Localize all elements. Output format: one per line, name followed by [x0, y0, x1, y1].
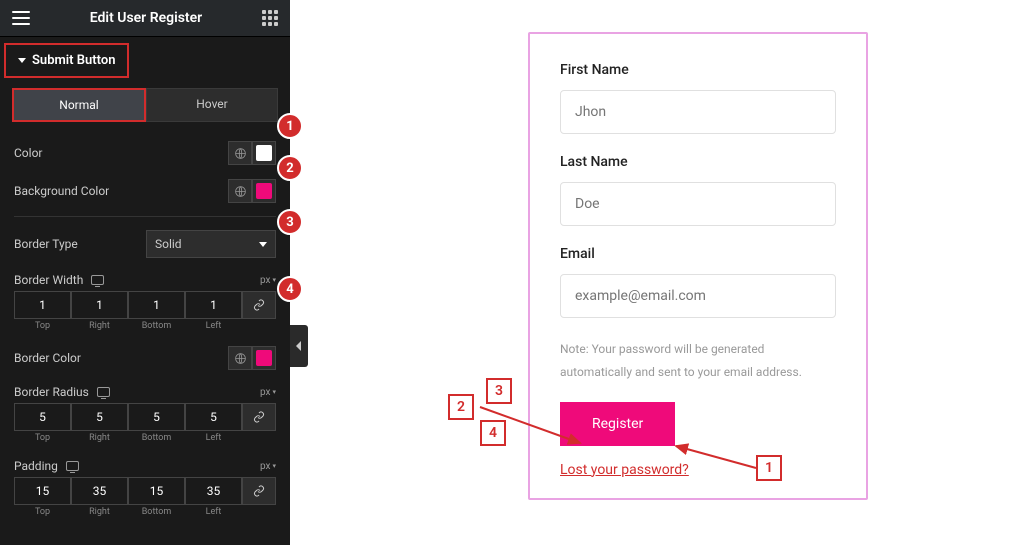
first-name-input[interactable]: [560, 90, 836, 134]
control-border-color: Border Color: [0, 339, 290, 377]
bg-color-label: Background Color: [14, 184, 228, 198]
annotation-badge: 3: [277, 209, 303, 235]
br-bottom[interactable]: [129, 404, 184, 430]
bw-top[interactable]: [15, 292, 70, 318]
section-submit-button[interactable]: Submit Button: [4, 43, 129, 78]
globe-icon[interactable]: [228, 141, 252, 165]
last-name-label: Last Name: [560, 154, 836, 170]
state-tabs: Normal Hover: [0, 88, 290, 134]
border-type-label: Border Type: [14, 237, 146, 251]
annotation-badge: 4: [277, 276, 303, 302]
border-radius-unit[interactable]: px ▾: [260, 387, 276, 398]
password-note: Note: Your password will be generated au…: [560, 338, 836, 384]
bg-color-swatch[interactable]: [252, 179, 276, 203]
responsive-icon[interactable]: [97, 387, 110, 397]
section-title: Submit Button: [32, 53, 115, 68]
first-name-label: First Name: [560, 62, 836, 78]
pad-bottom[interactable]: [129, 478, 184, 504]
arrow-icon: [470, 395, 600, 455]
border-width-label: Border Width: [14, 273, 83, 287]
responsive-icon[interactable]: [66, 461, 79, 471]
annotation-badge: 1: [277, 113, 303, 139]
editor-panel: Edit User Register Submit Button Normal …: [0, 0, 290, 545]
br-top[interactable]: [15, 404, 70, 430]
border-width-unit[interactable]: px ▾: [260, 275, 276, 286]
border-width-inputs: [0, 291, 290, 319]
responsive-icon[interactable]: [91, 275, 104, 285]
pad-left[interactable]: [186, 478, 241, 504]
border-width-header: Border Width px ▾: [0, 265, 290, 291]
globe-icon[interactable]: [228, 346, 252, 370]
br-right[interactable]: [72, 404, 127, 430]
pad-right[interactable]: [72, 478, 127, 504]
padding-header: Padding px ▾: [0, 451, 290, 477]
padding-label: Padding: [14, 459, 58, 473]
border-radius-inputs: [0, 403, 290, 431]
control-border-type: Border Type Solid: [0, 223, 290, 265]
menu-icon[interactable]: [12, 11, 30, 25]
apps-icon[interactable]: [262, 10, 278, 26]
border-color-swatch[interactable]: [252, 346, 276, 370]
link-values-icon[interactable]: [242, 477, 276, 505]
bw-bottom[interactable]: [129, 292, 184, 318]
tab-hover[interactable]: Hover: [146, 88, 278, 122]
color-label: Color: [14, 146, 228, 160]
border-color-label: Border Color: [14, 351, 228, 365]
color-swatch[interactable]: [252, 141, 276, 165]
border-type-select[interactable]: Solid: [146, 230, 276, 258]
padding-unit[interactable]: px ▾: [260, 461, 276, 472]
panel-header: Edit User Register: [0, 0, 290, 37]
pad-top[interactable]: [15, 478, 70, 504]
chevron-down-icon: [259, 242, 267, 247]
email-input[interactable]: [560, 274, 836, 318]
globe-icon[interactable]: [228, 179, 252, 203]
collapse-panel-button[interactable]: [290, 325, 308, 367]
last-name-input[interactable]: [560, 182, 836, 226]
bw-left[interactable]: [186, 292, 241, 318]
br-left[interactable]: [186, 404, 241, 430]
link-values-icon[interactable]: [242, 403, 276, 431]
padding-inputs: [0, 477, 290, 505]
control-bg-color: Background Color: [0, 172, 290, 210]
caret-down-icon: [18, 58, 26, 63]
arrow-icon: [668, 440, 768, 475]
border-type-value: Solid: [155, 237, 182, 251]
border-radius-label: Border Radius: [14, 385, 89, 399]
link-values-icon[interactable]: [242, 291, 276, 319]
page-title: Edit User Register: [90, 10, 202, 26]
border-radius-header: Border Radius px ▾: [0, 377, 290, 403]
email-label: Email: [560, 246, 836, 262]
bw-right[interactable]: [72, 292, 127, 318]
control-color: Color: [0, 134, 290, 172]
annotation-badge: 2: [277, 155, 303, 181]
tab-normal[interactable]: Normal: [12, 88, 146, 122]
